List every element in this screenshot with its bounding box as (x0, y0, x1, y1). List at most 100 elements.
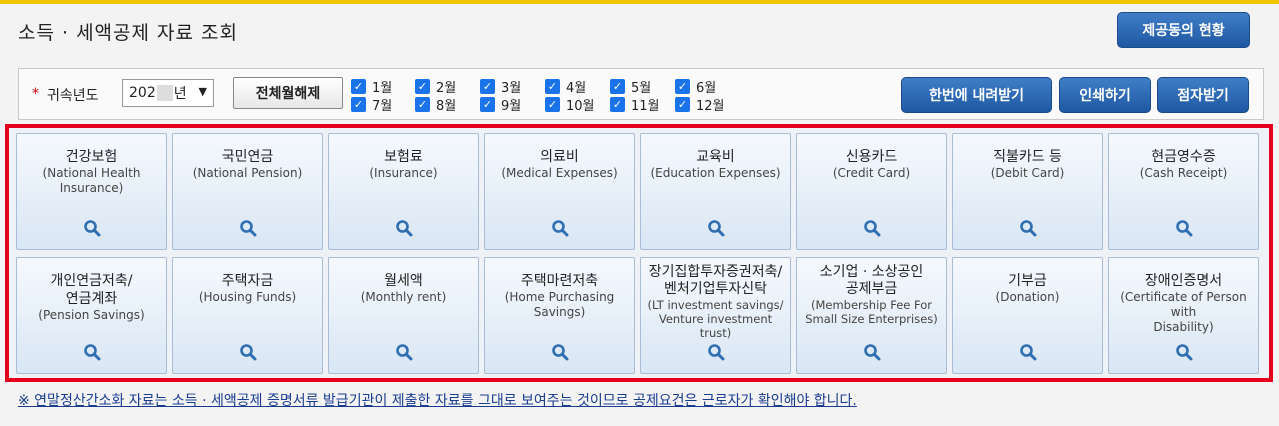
category-tile-7[interactable]: 직불카드 등 (Debit Card) (952, 133, 1103, 250)
magnifier-icon[interactable] (1175, 219, 1193, 237)
category-tile-13[interactable]: 장기집합투자증권저축/ 벤처기업투자신탁 (LT investment savin… (640, 257, 791, 374)
checkbox-checked-icon[interactable]: ✓ (675, 79, 690, 94)
checkbox-checked-icon[interactable]: ✓ (351, 79, 366, 94)
magnifier-icon[interactable] (1019, 219, 1037, 237)
month-checkbox-5[interactable]: ✓ 5월 (610, 77, 651, 96)
magnifier-icon[interactable] (707, 219, 725, 237)
month-checkbox-9[interactable]: ✓ 9월 (480, 95, 521, 114)
checkbox-checked-icon[interactable]: ✓ (675, 97, 690, 112)
deselect-all-months-button[interactable]: 전체월해제 (233, 77, 343, 109)
month-label: 1월 (372, 81, 393, 96)
month-label: 6월 (696, 81, 717, 96)
braille-button[interactable]: 점자받기 (1157, 77, 1249, 113)
filter-bar: * 귀속년도 202 년 ▼ 전체월해제 ✓ 1월 ✓ 2월 ✓ 3월 ✓ 4월 ✓ 5월 ✓ 6월 ✓ 7… (18, 68, 1264, 120)
category-tile-8[interactable]: 현금영수증 (Cash Receipt) (1108, 133, 1259, 250)
category-tile-6[interactable]: 신용카드 (Credit Card) (796, 133, 947, 250)
month-checkbox-10[interactable]: ✓ 10월 (545, 95, 595, 114)
category-english-name: (Cash Receipt) (1139, 166, 1228, 180)
month-checkbox-6[interactable]: ✓ 6월 (675, 77, 716, 96)
magnifier-icon[interactable] (551, 343, 569, 361)
category-tile-5[interactable]: 교육비 (Education Expenses) (640, 133, 791, 250)
month-checkbox-12[interactable]: ✓ 12월 (675, 95, 725, 114)
category-english-name: (Housing Funds) (198, 290, 297, 304)
month-label: 4월 (566, 81, 587, 96)
category-tile-16[interactable]: 장애인증명서 (Certificate of Person with Disabi… (1108, 257, 1259, 374)
magnifier-icon[interactable] (395, 343, 413, 361)
category-english-name: (National Health Insurance) (42, 166, 141, 195)
checkbox-checked-icon[interactable]: ✓ (480, 97, 495, 112)
category-name: 월세액 (384, 273, 423, 289)
month-label: 11월 (631, 99, 660, 114)
magnifier-icon[interactable] (239, 219, 257, 237)
magnifier-icon[interactable] (239, 343, 257, 361)
category-english-name: (Home Purchasing Savings) (504, 290, 615, 319)
category-tile-10[interactable]: 주택자금 (Housing Funds) (172, 257, 323, 374)
month-checkbox-2[interactable]: ✓ 2월 (415, 77, 456, 96)
magnifier-icon[interactable] (1175, 343, 1193, 361)
magnifier-icon[interactable] (1019, 343, 1037, 361)
magnifier-icon[interactable] (863, 343, 881, 361)
checkbox-checked-icon[interactable]: ✓ (480, 79, 495, 94)
category-english-name: (LT investment savings/ Venture investme… (647, 298, 784, 340)
category-name: 보험료 (384, 149, 423, 165)
month-label: 2월 (436, 81, 457, 96)
category-tile-3[interactable]: 보험료 (Insurance) (328, 133, 479, 250)
checkbox-checked-icon[interactable]: ✓ (610, 79, 625, 94)
chevron-down-icon: ▼ (198, 85, 207, 98)
month-checkbox-8[interactable]: ✓ 8월 (415, 95, 456, 114)
page-title: 소득 · 세액공제 자료 조회 (18, 22, 238, 44)
category-english-name: (Donation) (995, 290, 1060, 304)
notice-text[interactable]: ※ 연말정산간소화 자료는 소득 · 세액공제 증명서류 발급기관이 제출한 자… (18, 390, 857, 410)
required-mark: * (32, 86, 39, 102)
category-english-name: (Monthly rent) (360, 290, 447, 304)
category-english-name: (Medical Expenses) (501, 166, 618, 180)
magnifier-icon[interactable] (551, 219, 569, 237)
category-name: 장애인증명서 (1144, 273, 1223, 289)
category-name: 장기집합투자증권저축/ 벤처기업투자신탁 (648, 264, 783, 297)
year-select[interactable]: 202 년 ▼ (122, 79, 214, 107)
month-label: 3월 (501, 81, 522, 96)
month-label: 9월 (501, 99, 522, 114)
month-label: 7월 (372, 99, 393, 114)
checkbox-checked-icon[interactable]: ✓ (545, 97, 560, 112)
category-tile-12[interactable]: 주택마련저축 (Home Purchasing Savings) (484, 257, 635, 374)
category-tile-1[interactable]: 건강보험 (National Health Insurance) (16, 133, 167, 250)
category-name: 소기업 · 소상공인 공제부금 (819, 264, 924, 297)
checkbox-checked-icon[interactable]: ✓ (351, 97, 366, 112)
category-tile-11[interactable]: 월세액 (Monthly rent) (328, 257, 479, 374)
category-name: 기부금 (1008, 273, 1047, 289)
month-checkbox-3[interactable]: ✓ 3월 (480, 77, 521, 96)
category-english-name: (Credit Card) (832, 166, 911, 180)
category-name: 주택자금 (221, 273, 274, 289)
category-name: 직불카드 등 (993, 149, 1062, 165)
consent-status-button[interactable]: 제공동의 현황 (1117, 12, 1250, 48)
checkbox-checked-icon[interactable]: ✓ (545, 79, 560, 94)
category-tile-9[interactable]: 개인연금저축/ 연금계좌 (Pension Savings) (16, 257, 167, 374)
category-tile-15[interactable]: 기부금 (Donation) (952, 257, 1103, 374)
month-checkbox-7[interactable]: ✓ 7월 (351, 95, 392, 114)
year-value-prefix: 202 (129, 85, 156, 101)
category-name: 주택마련저축 (520, 273, 599, 289)
magnifier-icon[interactable] (83, 343, 101, 361)
print-button[interactable]: 인쇄하기 (1059, 77, 1151, 113)
category-name: 건강보험 (65, 149, 118, 165)
category-english-name: (Pension Savings) (38, 308, 145, 322)
checkbox-checked-icon[interactable]: ✓ (415, 97, 430, 112)
download-all-button[interactable]: 한번에 내려받기 (901, 77, 1052, 113)
magnifier-icon[interactable] (83, 219, 101, 237)
category-name: 의료비 (540, 149, 579, 165)
category-english-name: (Education Expenses) (650, 166, 781, 180)
month-checkbox-4[interactable]: ✓ 4월 (545, 77, 586, 96)
month-label: 12월 (696, 99, 725, 114)
magnifier-icon[interactable] (395, 219, 413, 237)
category-tile-2[interactable]: 국민연금 (National Pension) (172, 133, 323, 250)
magnifier-icon[interactable] (863, 219, 881, 237)
category-tile-14[interactable]: 소기업 · 소상공인 공제부금 (Membership Fee For Small… (796, 257, 947, 374)
checkbox-checked-icon[interactable]: ✓ (415, 79, 430, 94)
magnifier-icon[interactable] (707, 343, 725, 361)
month-checkbox-1[interactable]: ✓ 1월 (351, 77, 392, 96)
month-checkbox-11[interactable]: ✓ 11월 (610, 95, 660, 114)
checkbox-checked-icon[interactable]: ✓ (610, 97, 625, 112)
category-tile-4[interactable]: 의료비 (Medical Expenses) (484, 133, 635, 250)
category-name: 개인연금저축/ 연금계좌 (50, 273, 133, 307)
